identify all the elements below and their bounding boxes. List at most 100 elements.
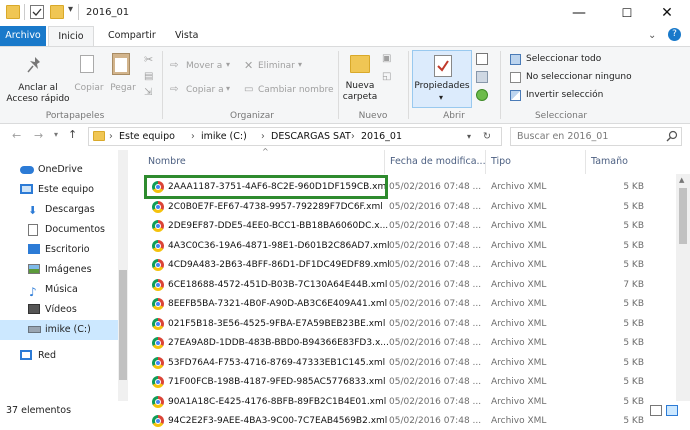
tab-inicio[interactable]: Inicio [48, 26, 94, 46]
nav-item-drive-c[interactable]: imike (C:) [0, 320, 118, 340]
back-arrow-icon[interactable]: ← [12, 129, 21, 142]
nav-item-descargas[interactable]: ⬇ Descargas [0, 200, 118, 220]
forward-arrow-icon[interactable]: → [34, 129, 43, 142]
pin-quick-access-button[interactable]: Anclar al Acceso rápido [2, 83, 74, 105]
chevron-down-icon[interactable]: ▾ [68, 4, 73, 15]
chrome-file-icon [152, 220, 164, 232]
properties-button[interactable]: Propiedades ▾ [412, 50, 472, 108]
rename-button[interactable]: Cambiar nombre [258, 85, 334, 95]
group-label-organizar: Organizar [230, 111, 274, 121]
new-item-icon[interactable]: ▣ [382, 53, 391, 64]
file-date: 05/02/2016 07:48 ... [389, 338, 482, 348]
nav-item-videos[interactable]: Vídeos [0, 300, 118, 320]
copy-button[interactable]: Copiar [72, 83, 106, 94]
column-type-header[interactable]: Tipo [491, 156, 511, 167]
file-name: 8EEFB5BA-7321-4B0F-A90D-AB3C6E409A41.xml [168, 299, 388, 309]
table-row[interactable]: 8EEFB5BA-7321-4B0F-A90D-AB3C6E409A41.xml… [140, 295, 660, 313]
column-date-header[interactable]: Fecha de modifica... [390, 156, 486, 167]
pin-icon [26, 55, 44, 75]
copy-to-icon: ⇨ [170, 84, 179, 95]
close-button[interactable]: ✕ [644, 0, 690, 26]
new-folder-icon[interactable] [50, 5, 64, 19]
move-to-button[interactable]: Mover a [186, 61, 222, 71]
column-size-header[interactable]: Tamaño [591, 156, 628, 167]
details-view-icon[interactable] [650, 405, 662, 416]
column-name-header[interactable]: Nombre [148, 156, 186, 167]
file-type: Archivo XML [491, 299, 547, 309]
new-folder-button[interactable]: Nueva carpeta [340, 81, 380, 103]
chrome-file-icon [152, 259, 164, 271]
chevron-down-icon[interactable]: ▾ [54, 130, 58, 139]
search-input[interactable]: Buscar en 2016_01 [510, 127, 682, 146]
table-row[interactable]: 6CE18688-4572-451D-B03B-7C130A64E44B.xml… [140, 276, 660, 294]
properties-check-icon[interactable] [30, 5, 44, 19]
address-row: ← → ▾ ↑ › Este equipo › imike (C:) › DES… [0, 124, 690, 148]
chevron-down-icon[interactable]: ▾ [467, 128, 471, 145]
search-placeholder: Buscar en 2016_01 [517, 131, 609, 142]
chrome-file-icon [152, 356, 164, 369]
minimize-button[interactable]: — [556, 0, 602, 26]
search-icon [666, 130, 678, 145]
delete-button[interactable]: Eliminar [258, 61, 295, 71]
chrome-file-icon [152, 337, 164, 349]
nav-item-onedrive[interactable]: OneDrive [0, 160, 118, 180]
table-row[interactable]: 71F00FCB-198B-4187-9FED-985AC5776833.xml… [140, 373, 660, 391]
address-bar[interactable]: › Este equipo › imike (C:) › DESCARGAS S… [88, 127, 502, 146]
select-all-button[interactable]: Seleccionar todo [526, 54, 601, 64]
breadcrumb-este-equipo[interactable]: Este equipo [119, 128, 175, 145]
select-all-icon [510, 54, 521, 65]
breadcrumb-descargas-sat[interactable]: DESCARGAS SAT [271, 128, 351, 145]
edit-icon[interactable] [476, 71, 488, 83]
refresh-icon[interactable]: ↻ [483, 128, 491, 145]
sort-up-icon: ^ [262, 147, 269, 156]
table-row[interactable]: 53FD76A4-F753-4716-8769-47333EB1C145.xml… [140, 354, 660, 372]
invert-selection-button[interactable]: Invertir selección [526, 90, 603, 100]
tab-archivo[interactable]: Archivo [0, 26, 46, 46]
breadcrumb-drive[interactable]: imike (C:) [201, 128, 247, 145]
nav-item-escritorio[interactable]: Escritorio [0, 240, 118, 260]
select-none-button[interactable]: No seleccionar ninguno [526, 72, 632, 82]
file-date: 05/02/2016 07:48 ... [389, 201, 482, 212]
group-label-abrir: Abrir [443, 111, 465, 121]
tab-vista[interactable]: Vista [167, 26, 206, 46]
nav-item-imagenes[interactable]: Imágenes [0, 260, 118, 280]
file-type: Archivo XML [491, 338, 547, 348]
nav-item-este-equipo[interactable]: Este equipo [0, 180, 118, 200]
open-icon[interactable] [476, 53, 488, 65]
breadcrumb-separator-icon: › [261, 131, 265, 142]
breadcrumb-current[interactable]: 2016_01 [361, 128, 402, 145]
table-row[interactable]: 2DE9EF87-DDE5-4EE0-BCC1-BB18BA6060DC.x..… [140, 217, 660, 235]
easy-access-icon[interactable]: ◱ [382, 71, 391, 82]
up-arrow-icon[interactable]: ↑ [68, 128, 77, 141]
divider [338, 51, 339, 119]
large-icons-view-icon[interactable] [666, 405, 678, 416]
file-list-scrollbar[interactable]: ▲ [676, 174, 690, 401]
copy-to-button[interactable]: Copiar a [186, 85, 224, 95]
copy-path-icon[interactable]: ▤ [144, 71, 153, 82]
table-row[interactable]: 27EA9A8D-1DDB-483B-BBD0-B94366E83FD3.x..… [140, 334, 660, 352]
paste-shortcut-icon[interactable]: ⇲ [144, 87, 152, 98]
scroll-up-icon[interactable]: ▲ [679, 176, 684, 184]
table-row[interactable]: 4A3C0C36-19A6-4871-98E1-D601B2C86AD7.xml… [140, 237, 660, 255]
history-icon[interactable] [476, 89, 488, 101]
file-date: 05/02/2016 07:48 ... [389, 182, 482, 192]
desktop-icon [28, 244, 40, 254]
table-row[interactable]: 4CD9A483-2B63-4BFF-86D1-DF1DC49EDF89.xml… [140, 256, 660, 274]
nav-item-musica[interactable]: ♪ Música [0, 280, 118, 300]
nav-scrollbar[interactable] [118, 150, 128, 401]
nav-item-documentos[interactable]: Documentos [0, 220, 118, 240]
table-row[interactable]: 021F5B18-3E56-4525-9FBA-E7A59BEB23BE.xml… [140, 315, 660, 333]
nav-item-red[interactable]: Red [0, 346, 118, 366]
help-icon[interactable]: ? [668, 28, 681, 41]
chrome-file-icon [152, 317, 164, 330]
status-bar: 37 elementos [0, 401, 690, 420]
nav-scrollbar-thumb[interactable] [119, 270, 127, 380]
tab-compartir[interactable]: Compartir [100, 26, 164, 46]
paste-button[interactable]: Pegar [108, 83, 138, 94]
cut-icon[interactable]: ✂ [144, 53, 153, 66]
file-date: 05/02/2016 07:48 ... [389, 260, 482, 270]
table-row[interactable]: 2C0B0E7F-EF67-4738-9957-792289F7DC6F.xml… [140, 198, 660, 216]
ribbon-tabs: Archivo Inicio Compartir Vista ⌄ ? [0, 26, 690, 46]
collapse-ribbon-icon[interactable]: ⌄ [648, 30, 656, 41]
scrollbar-thumb[interactable] [679, 188, 687, 244]
